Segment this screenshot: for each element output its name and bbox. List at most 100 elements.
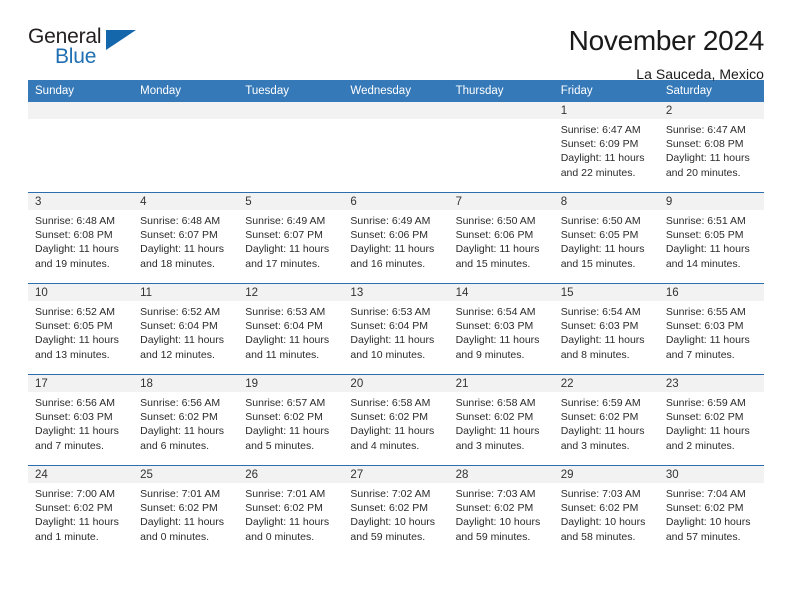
day-number: 22 — [553, 375, 659, 392]
sunset-text: Sunset: 6:07 PM — [245, 229, 323, 242]
day-cell-details: Sunrise: 6:53 AM Sunset: 6:04 PM Daylight:… — [343, 301, 448, 362]
day-number: 14 — [448, 284, 554, 301]
daylight-text-cont: and 4 minutes. — [350, 439, 420, 452]
day-cell-details: Sunrise: 6:54 AM Sunset: 6:03 PM Daylight:… — [449, 301, 554, 362]
daylight-text-cont: and 19 minutes. — [35, 257, 110, 270]
daylight-text-cont: and 2 minutes. — [665, 439, 735, 452]
sunset-text: Sunset: 6:02 PM — [560, 502, 639, 515]
daylight-text-cont: and 0 minutes. — [245, 530, 315, 543]
day-cell-inner: 2 Sunrise: 6:47 AM Sunset: 6:08 PM Daylight… — [658, 102, 764, 192]
sunset-text: Sunset: 6:06 PM — [455, 229, 534, 242]
calendar-day-cell[interactable]: 16 Sunrise: 6:55 AM Sunset: 6:03 PM Dayligh… — [658, 283, 764, 375]
day-number: 26 — [238, 466, 344, 483]
day-cell-details: Sunrise: 6:56 AM Sunset: 6:02 PM Daylight:… — [133, 392, 238, 453]
calendar-day-cell[interactable]: 18 Sunrise: 6:56 AM Sunset: 6:02 PM Dayligh… — [133, 374, 239, 466]
daylight-text-cont: and 7 minutes. — [35, 439, 104, 452]
sunrise-text: Sunrise: 6:59 AM — [665, 397, 746, 409]
daylight-text-cont: and 7 minutes. — [665, 348, 735, 361]
calendar-day-cell[interactable]: 7 Sunrise: 6:50 AM Sunset: 6:06 PM Daylight… — [448, 192, 554, 284]
calendar-week-row: 24 Sunrise: 7:00 AM Sunset: 6:02 PM Dayligh… — [28, 465, 764, 556]
calendar-day-cell[interactable]: 11 Sunrise: 6:52 AM Sunset: 6:04 PM Dayligh… — [133, 283, 239, 375]
day-cell-inner: 13 Sunrise: 6:53 AM Sunset: 6:04 PM Dayligh… — [343, 284, 449, 374]
daylight-text-cont: and 22 minutes. — [560, 166, 636, 179]
day-cell-details — [343, 119, 448, 123]
sunrise-text: Sunrise: 7:03 AM — [455, 488, 536, 500]
calendar-day-cell[interactable]: 19 Sunrise: 6:57 AM Sunset: 6:02 PM Dayligh… — [238, 374, 344, 466]
calendar-day-cell[interactable]: 25 Sunrise: 7:01 AM Sunset: 6:02 PM Dayligh… — [133, 465, 239, 556]
day-cell-details: Sunrise: 6:50 AM Sunset: 6:06 PM Daylight:… — [449, 210, 554, 271]
calendar-day-cell[interactable]: 23 Sunrise: 6:59 AM Sunset: 6:02 PM Dayligh… — [658, 374, 764, 466]
daylight-text-cont: and 1 minute. — [35, 530, 99, 543]
daylight-text-cont: and 11 minutes. — [245, 348, 320, 361]
calendar-day-cell[interactable]: 24 Sunrise: 7:00 AM Sunset: 6:02 PM Dayligh… — [28, 465, 134, 556]
calendar-day-cell[interactable]: 9 Sunrise: 6:51 AM Sunset: 6:05 PM Daylight… — [658, 192, 764, 284]
calendar-day-cell[interactable]: 20 Sunrise: 6:58 AM Sunset: 6:02 PM Dayligh… — [343, 374, 449, 466]
calendar-day-cell[interactable]: 10 Sunrise: 6:52 AM Sunset: 6:05 PM Dayligh… — [28, 283, 134, 375]
calendar-day-cell[interactable]: 1 Sunrise: 6:47 AM Sunset: 6:09 PM Daylight… — [553, 102, 659, 193]
daylight-text-cont: and 20 minutes. — [665, 166, 741, 179]
daylight-text: Daylight: 11 hours — [665, 334, 750, 347]
calendar-week-row: 3 Sunrise: 6:48 AM Sunset: 6:08 PM Daylight… — [28, 192, 764, 284]
day-number: 1 — [553, 102, 659, 119]
calendar-day-cell[interactable]: 28 Sunrise: 7:03 AM Sunset: 6:02 PM Dayligh… — [448, 465, 554, 556]
sunrise-text: Sunrise: 6:49 AM — [350, 215, 431, 227]
sunset-text: Sunset: 6:04 PM — [140, 320, 218, 333]
calendar-header-row: Sunday Monday Tuesday Wednesday Thursday Frid… — [28, 80, 764, 102]
calendar-day-cell-empty — [448, 102, 554, 193]
calendar-day-cell[interactable]: 6 Sunrise: 6:49 AM Sunset: 6:06 PM Daylight… — [343, 192, 449, 284]
calendar-day-cell[interactable]: 13 Sunrise: 6:53 AM Sunset: 6:04 PM Dayligh… — [343, 283, 449, 375]
day-cell-inner: 10 Sunrise: 6:52 AM Sunset: 6:05 PM Dayligh… — [28, 284, 134, 374]
daylight-text-cont: and 14 minutes. — [665, 257, 741, 270]
calendar-day-cell[interactable]: 21 Sunrise: 6:58 AM Sunset: 6:02 PM Dayligh… — [448, 374, 554, 466]
daylight-text-cont: and 58 minutes. — [560, 530, 636, 543]
calendar-day-cell[interactable]: 29 Sunrise: 7:03 AM Sunset: 6:02 PM Dayligh… — [553, 465, 659, 556]
calendar-day-cell[interactable]: 30 Sunrise: 7:04 AM Sunset: 6:02 PM Dayligh… — [658, 465, 764, 556]
daylight-text: Daylight: 11 hours — [35, 425, 119, 438]
day-cell-details: Sunrise: 7:03 AM Sunset: 6:02 PM Daylight:… — [554, 483, 659, 544]
day-number: 24 — [28, 466, 134, 483]
sunset-text: Sunset: 6:02 PM — [455, 502, 534, 515]
day-cell-inner: 24 Sunrise: 7:00 AM Sunset: 6:02 PM Dayligh… — [28, 466, 134, 556]
day-cell-inner: 23 Sunrise: 6:59 AM Sunset: 6:02 PM Dayligh… — [658, 375, 764, 465]
sunset-text: Sunset: 6:02 PM — [245, 502, 323, 515]
sunrise-text: Sunrise: 6:52 AM — [35, 306, 115, 318]
weekday-header-thursday: Thursday — [448, 80, 554, 102]
calendar-day-cell[interactable]: 27 Sunrise: 7:02 AM Sunset: 6:02 PM Dayligh… — [343, 465, 449, 556]
daylight-text: Daylight: 11 hours — [455, 243, 540, 256]
day-cell-details: Sunrise: 6:50 AM Sunset: 6:05 PM Daylight:… — [554, 210, 659, 271]
calendar-day-cell[interactable]: 15 Sunrise: 6:54 AM Sunset: 6:03 PM Dayligh… — [553, 283, 659, 375]
calendar-day-cell[interactable]: 12 Sunrise: 6:53 AM Sunset: 6:04 PM Dayligh… — [238, 283, 344, 375]
calendar-day-cell[interactable]: 26 Sunrise: 7:01 AM Sunset: 6:02 PM Dayligh… — [238, 465, 344, 556]
calendar-day-cell[interactable]: 5 Sunrise: 6:49 AM Sunset: 6:07 PM Daylight… — [238, 192, 344, 284]
daylight-text-cont: and 17 minutes. — [245, 257, 320, 270]
daylight-text-cont: and 15 minutes. — [455, 257, 531, 270]
sunrise-text: Sunrise: 6:52 AM — [140, 306, 221, 318]
daylight-text: Daylight: 11 hours — [560, 152, 645, 165]
calendar-day-cell[interactable]: 14 Sunrise: 6:54 AM Sunset: 6:03 PM Dayligh… — [448, 283, 554, 375]
calendar-day-cell[interactable]: 17 Sunrise: 6:56 AM Sunset: 6:03 PM Dayligh… — [28, 374, 134, 466]
day-number: 16 — [658, 284, 764, 301]
daylight-text-cont: and 12 minutes. — [140, 348, 215, 361]
day-cell-inner: 4 Sunrise: 6:48 AM Sunset: 6:07 PM Daylight… — [133, 193, 239, 283]
day-cell-inner: 29 Sunrise: 7:03 AM Sunset: 6:02 PM Dayligh… — [553, 466, 659, 556]
sunrise-text: Sunrise: 6:48 AM — [140, 215, 221, 227]
calendar-day-cell[interactable]: 4 Sunrise: 6:48 AM Sunset: 6:07 PM Daylight… — [133, 192, 239, 284]
daylight-text: Daylight: 11 hours — [665, 152, 750, 165]
sunset-text: Sunset: 6:03 PM — [35, 411, 113, 424]
day-cell-inner: 30 Sunrise: 7:04 AM Sunset: 6:02 PM Dayligh… — [658, 466, 764, 556]
weekday-header-friday: Friday — [553, 80, 659, 102]
calendar-day-cell[interactable]: 3 Sunrise: 6:48 AM Sunset: 6:08 PM Daylight… — [28, 192, 134, 284]
brand-triangle-icon — [106, 30, 136, 50]
calendar-page: General Blue November 2024 La Sauceda, M… — [0, 0, 792, 612]
calendar-day-cell[interactable]: 2 Sunrise: 6:47 AM Sunset: 6:08 PM Daylight… — [658, 102, 764, 193]
calendar-day-cell[interactable]: 8 Sunrise: 6:50 AM Sunset: 6:05 PM Daylight… — [553, 192, 659, 284]
weekday-header-wednesday: Wednesday — [343, 80, 449, 102]
day-cell-inner: 16 Sunrise: 6:55 AM Sunset: 6:03 PM Dayligh… — [658, 284, 764, 374]
weekday-header-saturday: Saturday — [658, 80, 764, 102]
daylight-text: Daylight: 11 hours — [560, 243, 645, 256]
day-cell-details — [133, 119, 238, 123]
brand-logo[interactable]: General Blue — [28, 26, 148, 74]
day-number: 11 — [133, 284, 239, 301]
calendar-day-cell[interactable]: 22 Sunrise: 6:59 AM Sunset: 6:02 PM Dayligh… — [553, 374, 659, 466]
daylight-text-cont: and 6 minutes. — [140, 439, 210, 452]
